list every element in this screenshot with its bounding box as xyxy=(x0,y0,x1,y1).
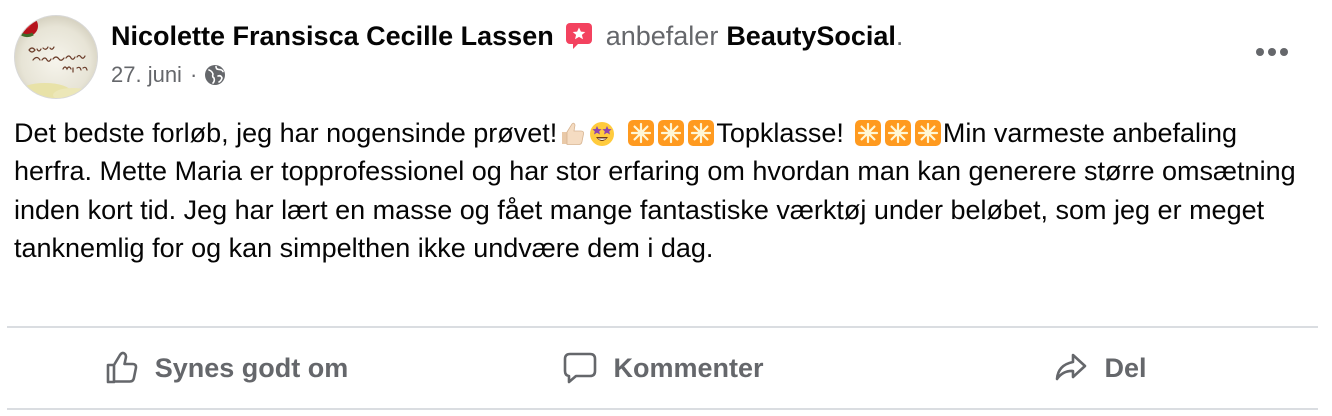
feed-post: Nicolette Fransisca Cecille Lassen anbef… xyxy=(0,0,1332,416)
thumbs-up-emoji-icon xyxy=(558,119,586,147)
like-button[interactable]: Synes godt om xyxy=(7,330,444,406)
post-date[interactable]: 27. juni xyxy=(111,62,182,88)
sparkle-emoji-icon xyxy=(884,119,912,147)
star-struck-emoji-icon xyxy=(588,119,616,147)
thumbs-up-icon xyxy=(103,349,141,387)
post-actions-bar: Synes godt om Kommenter Del xyxy=(7,330,1318,406)
share-button[interactable]: Del xyxy=(881,330,1318,406)
author-avatar[interactable] xyxy=(14,15,98,99)
post-text-part-2: Topklasse! xyxy=(716,118,844,148)
more-options-button[interactable] xyxy=(1250,32,1294,72)
post-meta: 27. juni · xyxy=(111,60,226,90)
meta-separator: · xyxy=(189,62,198,87)
comment-button[interactable]: Kommenter xyxy=(444,330,881,406)
post-message: Det bedste forløb, jeg har nogensinde pr… xyxy=(14,114,1318,268)
sparkle-emoji-icon xyxy=(687,119,715,147)
recommend-star-icon xyxy=(564,21,594,51)
bottom-divider xyxy=(7,408,1318,410)
actions-divider xyxy=(7,326,1318,328)
recommends-text: anbefaler xyxy=(605,20,719,51)
recommended-page-name[interactable]: BeautySocial xyxy=(726,21,896,52)
like-label: Synes godt om xyxy=(154,352,349,383)
sparkle-emoji-icon xyxy=(627,119,655,147)
globe-icon[interactable] xyxy=(204,64,226,86)
more-options-icon xyxy=(1256,48,1288,56)
avatar-image xyxy=(15,16,97,98)
author-name[interactable]: Nicolette Fransisca Cecille Lassen xyxy=(111,21,554,52)
post-text-part-1: Det bedste forløb, jeg har nogensinde pr… xyxy=(14,118,558,148)
comment-bubble-icon xyxy=(561,349,599,387)
sparkle-emoji-icon xyxy=(657,119,685,147)
sparkle-emoji-icon xyxy=(914,119,942,147)
share-arrow-icon xyxy=(1052,349,1090,387)
sparkle-emoji-icon xyxy=(854,119,882,147)
post-header-line: Nicolette Fransisca Cecille Lassen anbef… xyxy=(111,18,903,54)
share-label: Del xyxy=(1104,352,1147,383)
comment-label: Kommenter xyxy=(613,352,764,383)
header-period: . xyxy=(895,20,904,51)
